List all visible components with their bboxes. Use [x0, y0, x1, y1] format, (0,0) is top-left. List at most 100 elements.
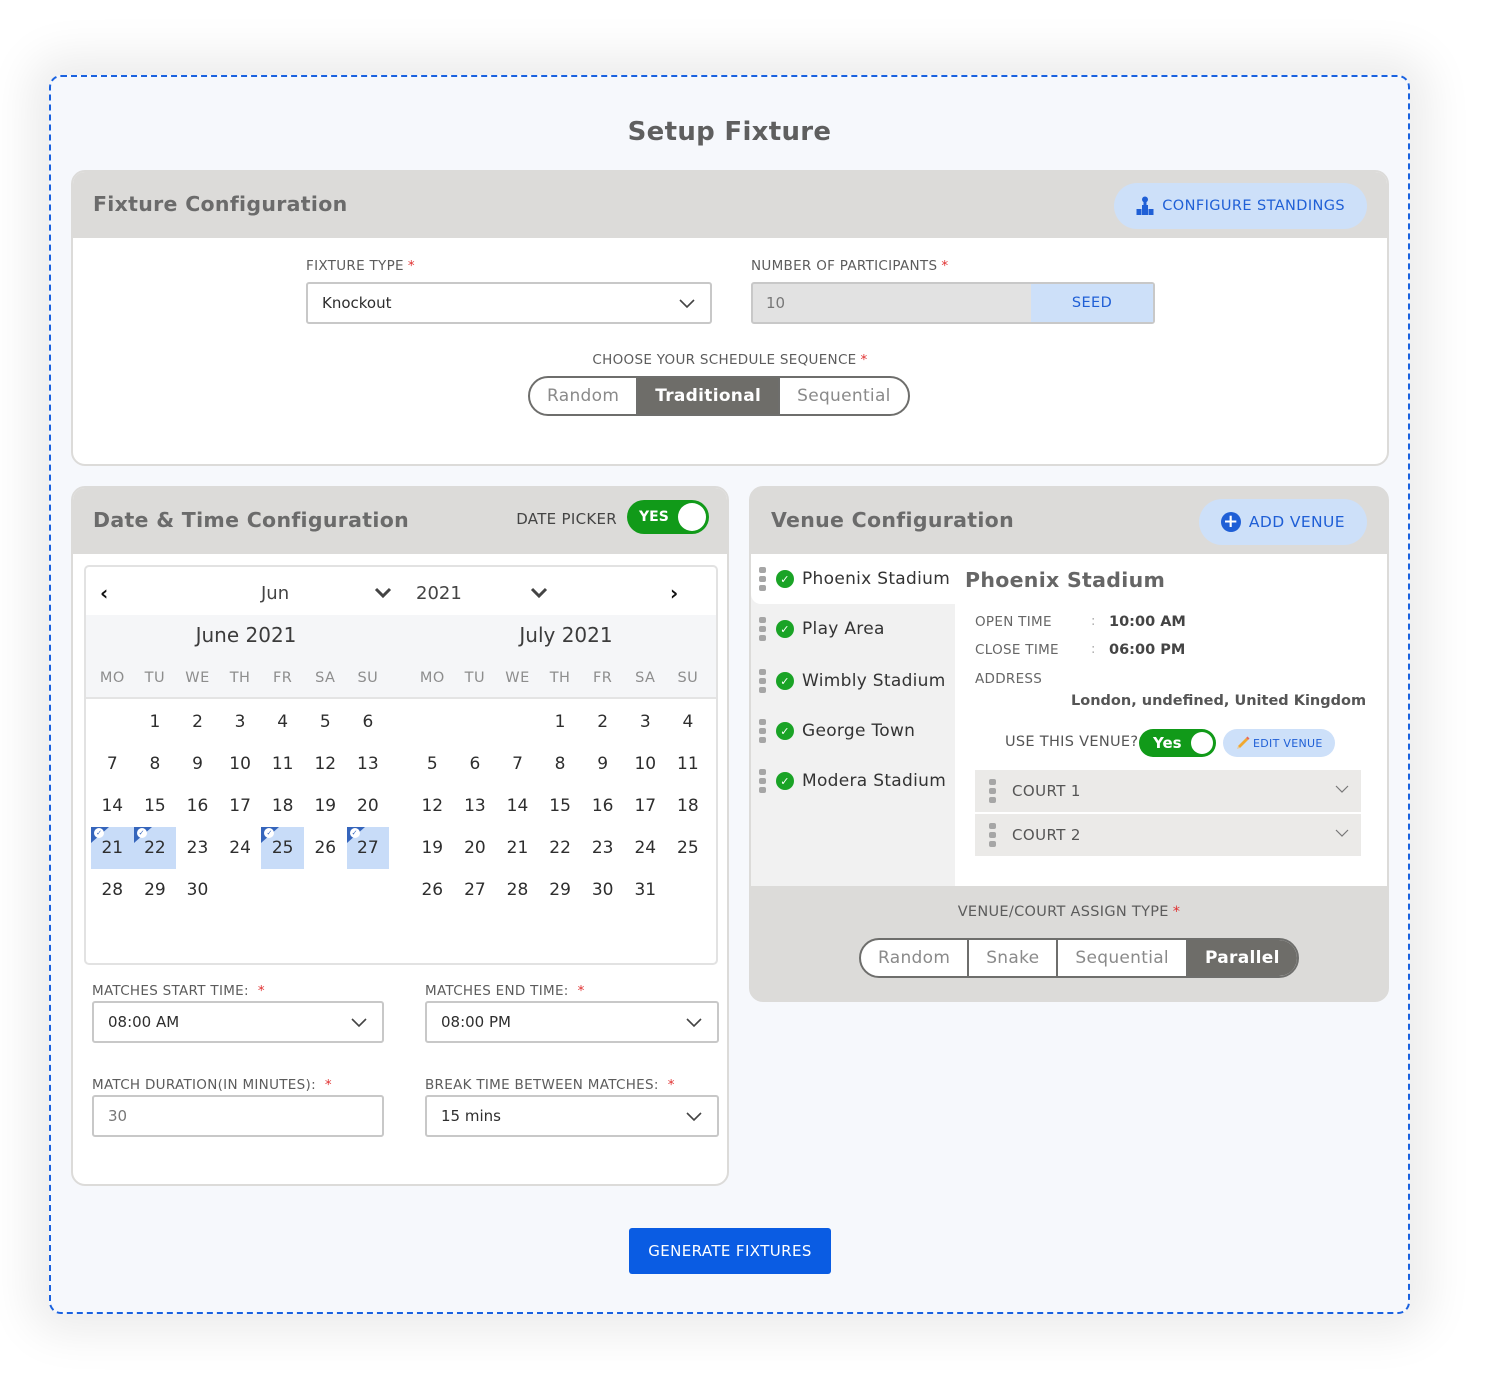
generate-fixtures-button[interactable]: GENERATE FIXTURES [629, 1228, 831, 1274]
drag-handle-icon[interactable] [759, 617, 766, 641]
prev-month-icon[interactable]: ‹ [100, 581, 108, 605]
calendar-day[interactable]: 15 [539, 785, 582, 827]
configure-standings-button[interactable]: CONFIGURE STANDINGS [1114, 183, 1367, 229]
calendar-day[interactable]: 14 [91, 785, 134, 827]
calendar-day[interactable]: 24 [624, 827, 667, 869]
calendar-day[interactable]: 16 [176, 785, 219, 827]
end-time-select[interactable]: 08:00 PM [425, 1001, 719, 1043]
calendar-day[interactable]: 1 [134, 701, 177, 743]
calendar-day[interactable]: 9 [176, 743, 219, 785]
drag-handle-icon[interactable] [759, 567, 766, 591]
schedule-option-traditional[interactable]: Traditional [636, 378, 779, 414]
calendar-day[interactable]: 28 [91, 869, 134, 911]
calendar-day[interactable]: 6 [347, 701, 390, 743]
calendar-day[interactable]: 1 [539, 701, 582, 743]
calendar-day[interactable]: 14 [496, 785, 539, 827]
calendar-day[interactable]: 13 [454, 785, 497, 827]
calendar-day[interactable]: 30 [581, 869, 624, 911]
calendar-day[interactable]: 12 [304, 743, 347, 785]
assign-option-sequential[interactable]: Sequential [1056, 940, 1186, 976]
calendar-day[interactable]: 22 [539, 827, 582, 869]
calendar-day-selected[interactable]: ✓ 25 [261, 827, 304, 869]
assign-option-snake[interactable]: Snake [967, 940, 1056, 976]
calendar-day[interactable]: 10 [219, 743, 262, 785]
add-venue-button[interactable]: + ADD VENUE [1198, 499, 1367, 545]
fixture-type-select[interactable]: Knockout [306, 282, 712, 324]
calendar-day[interactable]: 20 [347, 785, 390, 827]
calendar-day[interactable]: 17 [219, 785, 262, 827]
calendar-day[interactable]: 23 [581, 827, 624, 869]
venue-list-item[interactable]: ✓ Phoenix Stadium [751, 554, 955, 604]
calendar-day[interactable]: 5 [411, 743, 454, 785]
calendar-day-selected[interactable]: ✓ 27 [346, 827, 390, 869]
month-select[interactable]: Jun [261, 583, 289, 604]
assign-option-random[interactable]: Random [861, 940, 967, 976]
calendar-day[interactable]: 4 [261, 701, 304, 743]
calendar-day[interactable]: 27 [454, 869, 497, 911]
calendar-day-selected[interactable]: ✓ 21 [91, 827, 134, 869]
venue-list-item[interactable]: ✓ George Town [751, 706, 955, 756]
calendar-day[interactable]: 21 [496, 827, 539, 869]
court-accordion-item[interactable]: COURT 1 [975, 770, 1361, 812]
participants-input[interactable]: 10 [753, 284, 1031, 322]
calendar-day[interactable]: 12 [411, 785, 454, 827]
schedule-option-sequential[interactable]: Sequential [778, 378, 908, 414]
court-accordion-item[interactable]: COURT 2 [975, 814, 1361, 856]
calendar-day[interactable]: 29 [134, 869, 177, 911]
calendar-day[interactable]: 9 [581, 743, 624, 785]
drag-handle-icon[interactable] [989, 779, 996, 803]
match-duration-input[interactable]: 30 [92, 1095, 384, 1137]
calendar-day[interactable]: 11 [261, 743, 304, 785]
drag-handle-icon[interactable] [759, 769, 766, 793]
calendar-day-selected[interactable]: ✓ 22 [133, 827, 177, 869]
seed-button[interactable]: SEED [1031, 284, 1153, 322]
calendar-day[interactable]: 11 [667, 743, 710, 785]
calendar-day[interactable]: 26 [304, 827, 347, 869]
start-time-select[interactable]: 08:00 AM [92, 1001, 384, 1043]
calendar-day[interactable]: 28 [496, 869, 539, 911]
calendar-day[interactable]: 8 [539, 743, 582, 785]
edit-venue-button[interactable]: EDIT VENUE [1223, 729, 1335, 757]
calendar-day[interactable]: 23 [176, 827, 219, 869]
calendar-day[interactable]: 19 [411, 827, 454, 869]
schedule-option-random[interactable]: Random [530, 378, 636, 414]
calendar-day[interactable]: 18 [261, 785, 304, 827]
next-month-icon[interactable]: › [670, 581, 678, 605]
assign-option-parallel[interactable]: Parallel [1185, 940, 1297, 976]
drag-handle-icon[interactable] [759, 719, 766, 743]
venue-list-item[interactable]: ✓ Play Area [751, 604, 955, 654]
calendar-day[interactable]: 4 [667, 701, 710, 743]
year-dropdown-chevron-icon[interactable] [530, 587, 548, 599]
calendar-day[interactable]: 10 [624, 743, 667, 785]
calendar-day[interactable]: 26 [411, 869, 454, 911]
calendar-day[interactable]: 17 [624, 785, 667, 827]
venue-list-item[interactable]: ✓ Wimbly Stadium [751, 656, 955, 706]
calendar-day[interactable]: 6 [454, 743, 497, 785]
calendar-day[interactable]: 29 [539, 869, 582, 911]
month-dropdown-chevron-icon[interactable] [374, 587, 392, 599]
drag-handle-icon[interactable] [989, 823, 996, 847]
calendar-day[interactable]: 31 [624, 869, 667, 911]
use-venue-toggle[interactable]: Yes [1139, 729, 1216, 757]
calendar-day[interactable]: 3 [624, 701, 667, 743]
calendar-day[interactable]: 8 [134, 743, 177, 785]
calendar-day[interactable]: 15 [134, 785, 177, 827]
calendar-day[interactable]: 19 [304, 785, 347, 827]
calendar-day[interactable]: 7 [496, 743, 539, 785]
calendar-day[interactable]: 13 [347, 743, 390, 785]
break-time-select[interactable]: 15 mins [425, 1095, 719, 1137]
calendar-day[interactable]: 30 [176, 869, 219, 911]
calendar-day[interactable]: 24 [219, 827, 262, 869]
calendar-day[interactable]: 18 [667, 785, 710, 827]
calendar-day[interactable]: 2 [581, 701, 624, 743]
calendar-day[interactable]: 16 [581, 785, 624, 827]
calendar-day[interactable]: 20 [454, 827, 497, 869]
calendar-day[interactable]: 5 [304, 701, 347, 743]
calendar-day[interactable]: 2 [176, 701, 219, 743]
calendar-day[interactable]: 25 [667, 827, 710, 869]
calendar-day[interactable]: 3 [219, 701, 262, 743]
year-select[interactable]: 2021 [416, 583, 462, 604]
drag-handle-icon[interactable] [759, 669, 766, 693]
calendar-day[interactable]: 7 [91, 743, 134, 785]
date-picker-toggle[interactable]: YES [627, 500, 709, 534]
